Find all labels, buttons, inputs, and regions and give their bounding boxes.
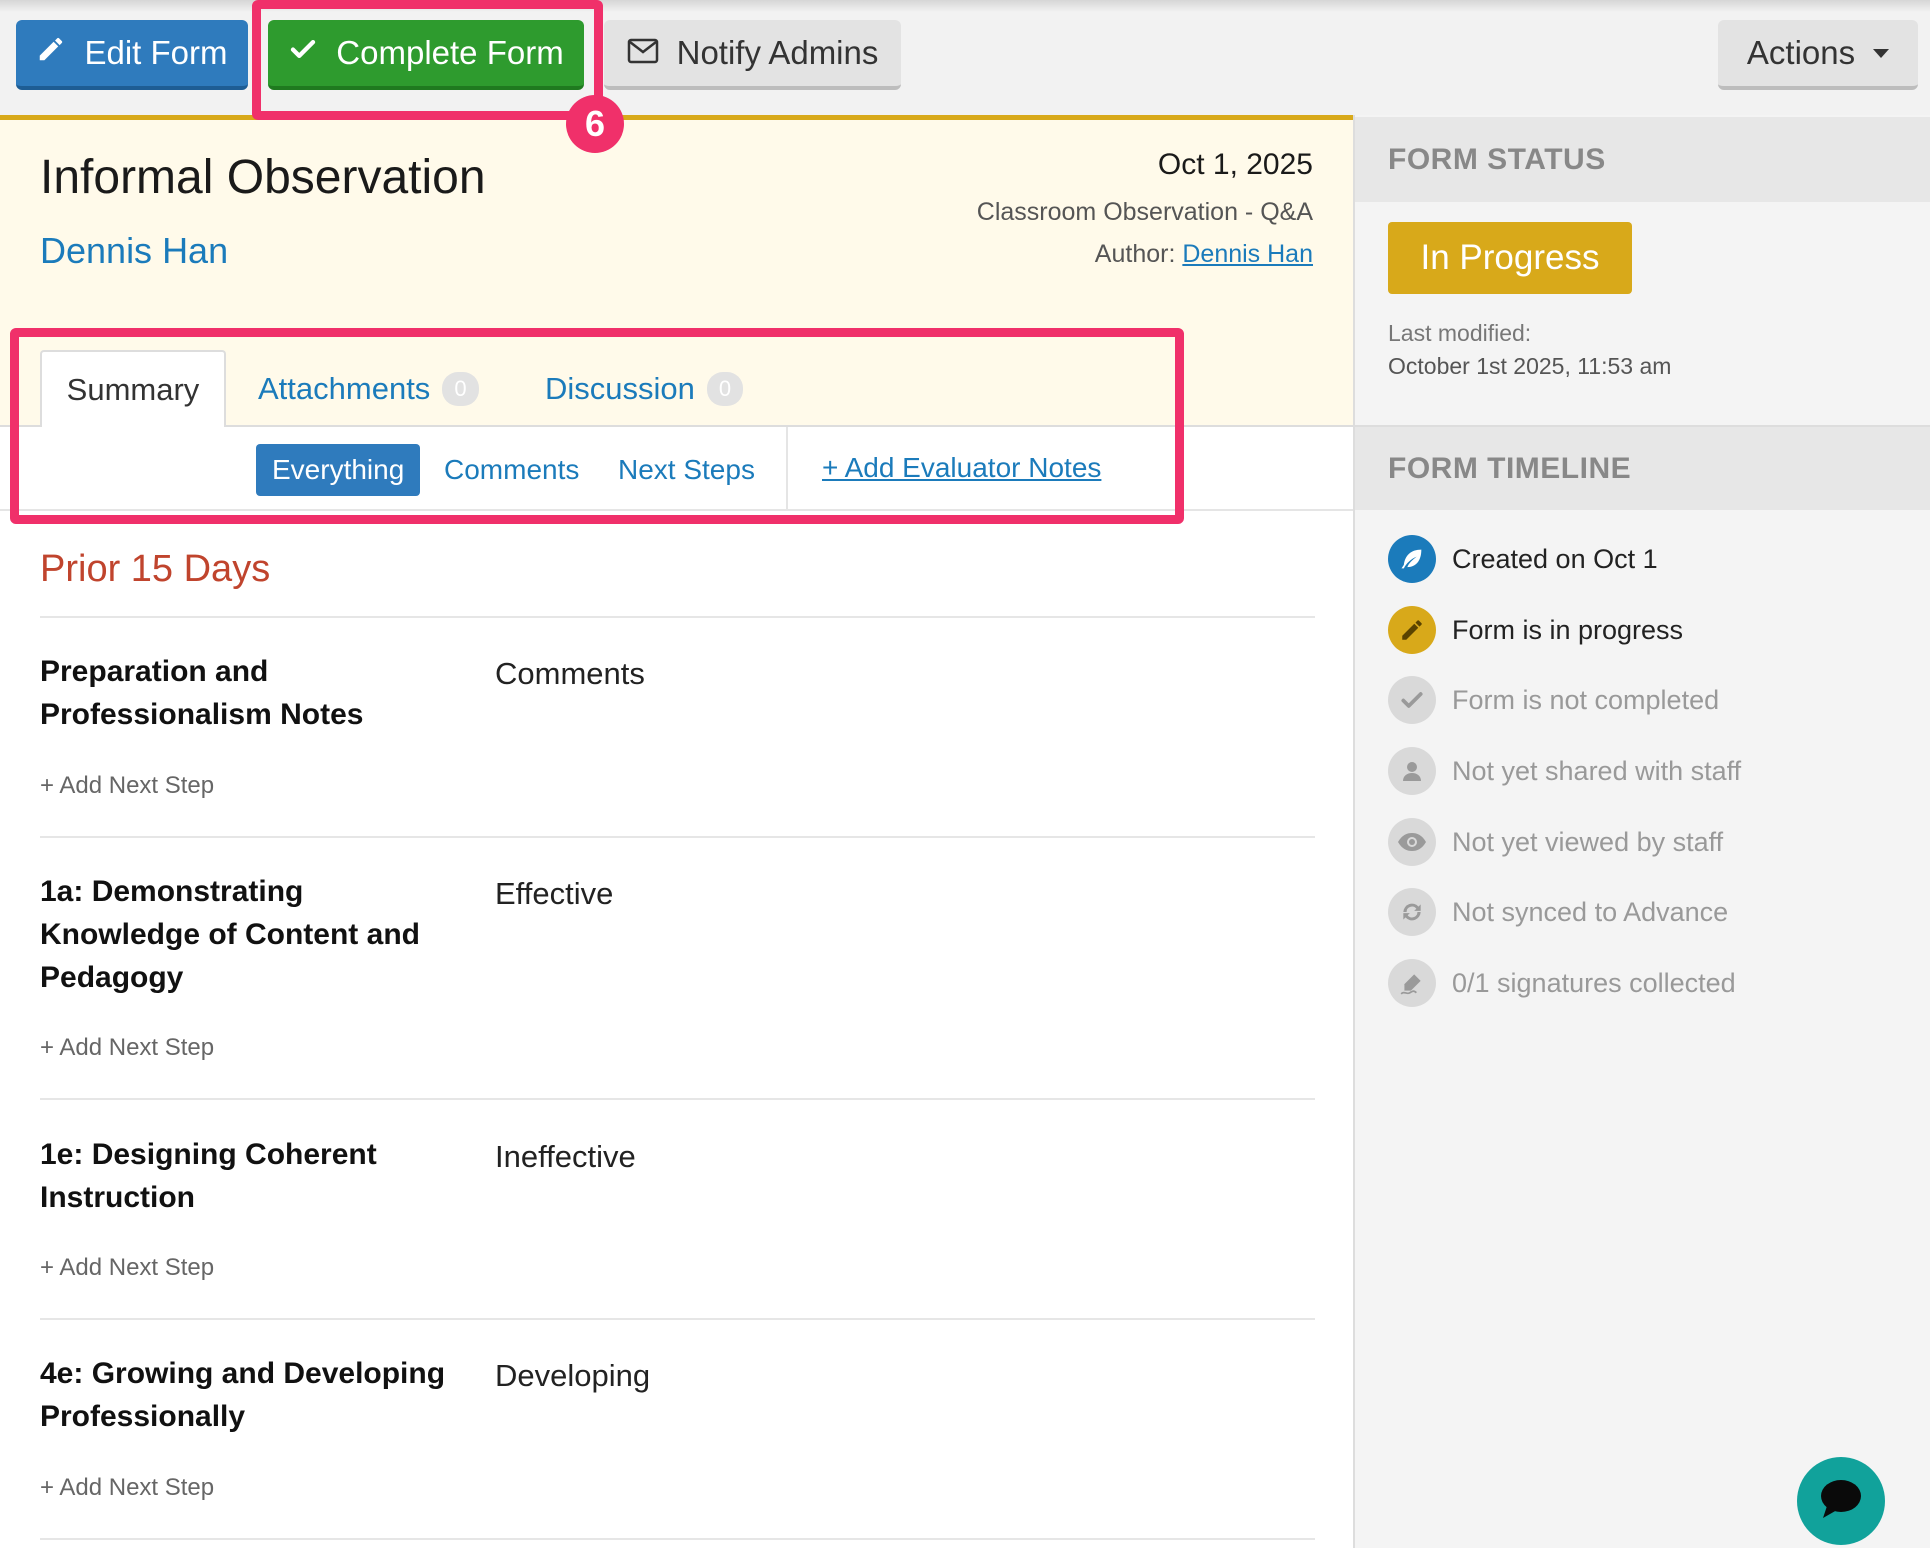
timeline-item: 0/1 signatures collected bbox=[1388, 959, 1736, 1007]
eye-icon bbox=[1388, 818, 1436, 866]
actions-dropdown[interactable]: Actions bbox=[1718, 20, 1918, 90]
item-value: Ineffective bbox=[495, 1139, 636, 1174]
chat-button[interactable] bbox=[1797, 1457, 1885, 1545]
row-divider bbox=[40, 1098, 1315, 1100]
sync-icon bbox=[1388, 888, 1436, 936]
timeline-label: Form is not completed bbox=[1452, 684, 1720, 715]
chat-bubble-icon bbox=[1817, 1476, 1865, 1527]
timeline-label: Not yet viewed by staff bbox=[1452, 826, 1724, 857]
envelope-icon bbox=[627, 34, 659, 72]
caret-down-icon bbox=[1873, 48, 1890, 58]
row-divider bbox=[40, 1538, 1315, 1540]
timeline-label: Created on Oct 1 bbox=[1452, 543, 1658, 574]
item-value: Comments bbox=[495, 656, 645, 691]
row-divider bbox=[40, 1318, 1315, 1320]
row-divider bbox=[40, 616, 1315, 618]
form-type: Classroom Observation - Q&A bbox=[976, 198, 1313, 226]
pencil-icon bbox=[1388, 606, 1436, 654]
timeline-item: Not yet shared with staff bbox=[1388, 747, 1741, 795]
pencil-icon bbox=[36, 34, 66, 72]
edit-form-button[interactable]: Edit Form bbox=[16, 20, 248, 90]
timeline-label: Not yet shared with staff bbox=[1452, 755, 1742, 786]
item-value: Effective bbox=[495, 876, 614, 911]
form-status-heading: FORM STATUS bbox=[1355, 117, 1930, 202]
edit-form-label: Edit Form bbox=[84, 34, 228, 71]
item-value: Developing bbox=[495, 1358, 651, 1393]
signature-icon bbox=[1388, 959, 1436, 1007]
highlight-frame bbox=[252, 0, 603, 120]
timeline-item: Not yet viewed by staff bbox=[1388, 818, 1723, 866]
timeline-item: Created on Oct 1 bbox=[1388, 535, 1658, 583]
person-icon bbox=[1388, 747, 1436, 795]
item-title: 1e: Designing Coherent Instruction bbox=[40, 1138, 377, 1214]
last-modified-label: Last modified: bbox=[1388, 320, 1532, 346]
add-next-step-link[interactable]: + Add Next Step bbox=[40, 1254, 214, 1282]
row-divider bbox=[40, 836, 1315, 838]
section-title: Prior 15 Days bbox=[40, 548, 271, 590]
author-label: Author: bbox=[1094, 240, 1176, 268]
actions-label: Actions bbox=[1746, 34, 1856, 71]
author-link[interactable]: Dennis Han bbox=[1182, 240, 1313, 268]
timeline-label: 0/1 signatures collected bbox=[1452, 967, 1736, 998]
timeline-label: Form is in progress bbox=[1452, 614, 1684, 645]
notify-admins-label: Notify Admins bbox=[676, 34, 879, 71]
add-next-step-link[interactable]: + Add Next Step bbox=[40, 1474, 214, 1502]
form-title: Informal Observation bbox=[40, 151, 486, 204]
author-line: Author: Dennis Han bbox=[1095, 240, 1313, 269]
add-next-step-link[interactable]: + Add Next Step bbox=[40, 772, 214, 800]
item-title: 4e: Growing and Developing Professionall… bbox=[40, 1357, 446, 1433]
timeline-item: Not synced to Advance bbox=[1388, 888, 1728, 936]
notify-admins-button[interactable]: Notify Admins bbox=[604, 20, 901, 90]
timeline-item: Form is not completed bbox=[1388, 676, 1719, 724]
subject-link[interactable]: Dennis Han bbox=[40, 230, 228, 272]
highlight-frame bbox=[10, 328, 1184, 524]
status-badge: In Progress bbox=[1388, 222, 1632, 294]
last-modified-value: October 1st 2025, 11:53 am bbox=[1388, 353, 1672, 379]
item-title: Preparation and Professionalism Notes bbox=[40, 655, 364, 731]
add-next-step-link[interactable]: + Add Next Step bbox=[40, 1034, 214, 1062]
form-date: Oct 1, 2025 bbox=[1157, 148, 1313, 181]
timeline-item: Form is in progress bbox=[1388, 606, 1683, 654]
item-title: 1a: Demonstrating Knowledge of Content a… bbox=[40, 875, 420, 994]
timeline-label: Not synced to Advance bbox=[1452, 896, 1729, 927]
form-timeline-heading: FORM TIMELINE bbox=[1355, 425, 1930, 510]
feather-icon bbox=[1388, 535, 1436, 583]
step-marker: 6 bbox=[566, 95, 624, 153]
check-icon bbox=[1388, 676, 1436, 724]
